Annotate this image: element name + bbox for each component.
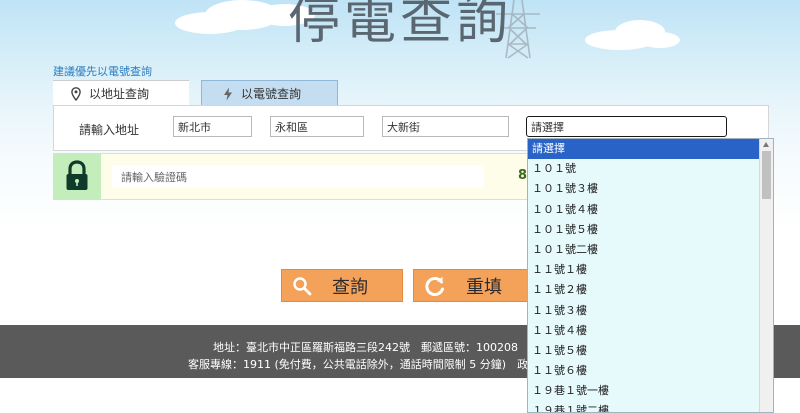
house-number-dropdown[interactable]: 請選擇 １０１號 １０１號３樓 １０１號４樓 １０１號５樓 １０１號二樓 １１號１樓 １１號２…	[527, 138, 774, 413]
tab-address-query[interactable]: 以地址查詢	[53, 80, 189, 106]
tab-meter-query[interactable]: 以電號查詢	[201, 80, 338, 106]
scroll-up-arrow[interactable]	[763, 142, 769, 147]
search-icon	[293, 276, 312, 295]
dropdown-option[interactable]: １０１號二樓	[528, 240, 773, 260]
reset-button-label: 重填	[466, 276, 502, 298]
tab-meter-label: 以電號查詢	[241, 87, 302, 101]
tab-address-label: 以地址查詢	[89, 87, 150, 101]
city-select[interactable]: 新北市	[173, 116, 252, 137]
footer-address: 地址：臺北市中正區羅斯福路三段242號 郵遞區號：100208 總機	[213, 341, 551, 354]
dropdown-list: 請選擇 １０１號 １０１號３樓 １０１號４樓 １０１號５樓 １０１號二樓 １１號１樓 １１號２…	[528, 139, 773, 412]
dropdown-option[interactable]: １９巷１號一樓	[528, 381, 773, 401]
dropdown-option[interactable]: 請選擇	[528, 139, 773, 160]
dropdown-scrollbar[interactable]	[759, 139, 773, 412]
refresh-icon	[425, 276, 444, 296]
reset-button[interactable]: 重填	[413, 269, 535, 302]
lock-icon	[66, 160, 88, 190]
captcha-input[interactable]: 請輸入驗證碼	[112, 165, 484, 188]
query-button-label: 查詢	[332, 276, 368, 298]
dropdown-option[interactable]: １１號３樓	[528, 301, 773, 321]
address-label: 請輸入地址	[79, 123, 140, 137]
dropdown-option[interactable]: １１號６樓	[528, 361, 773, 381]
dropdown-option[interactable]: １０１號４樓	[528, 200, 773, 220]
dropdown-option[interactable]: １９巷１號二樓	[528, 401, 773, 412]
district-select[interactable]: 永和區	[270, 116, 364, 137]
query-button[interactable]: 查詢	[281, 269, 403, 302]
page-title: 停電查詢	[287, 0, 512, 51]
scroll-thumb[interactable]	[762, 151, 771, 199]
dropdown-option[interactable]: １０１號３樓	[528, 179, 773, 199]
dropdown-option[interactable]: １０１號５樓	[528, 220, 773, 240]
dropdown-option[interactable]: １１號２樓	[528, 280, 773, 300]
lock-box	[53, 153, 101, 200]
dropdown-option[interactable]: １０１號	[528, 159, 773, 179]
house-number-select[interactable]: 請選擇	[526, 116, 727, 137]
captcha-code: 8	[518, 168, 528, 183]
street-select[interactable]: 大新街	[382, 116, 509, 137]
dropdown-option[interactable]: １１號４樓	[528, 321, 773, 341]
query-hint: 建議優先以電號查詢	[53, 65, 152, 78]
dropdown-option[interactable]: １１號１樓	[528, 260, 773, 280]
footer-service: 客服專線：1911 (免付費，公共電話除外，通話時間限制 5 分鐘) 政風檢舉	[188, 358, 562, 371]
location-pin-icon	[71, 86, 81, 101]
lightning-icon	[224, 87, 232, 100]
dropdown-option[interactable]: １１號５樓	[528, 341, 773, 361]
